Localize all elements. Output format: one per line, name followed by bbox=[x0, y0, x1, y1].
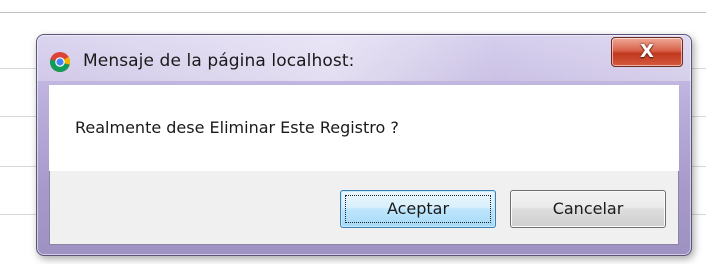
cancel-button-label: Cancelar bbox=[552, 199, 624, 218]
button-bar: Aceptar Cancelar bbox=[50, 172, 678, 244]
dialog-title: Mensaje de la página localhost: bbox=[83, 51, 355, 71]
cancel-button[interactable]: Cancelar bbox=[510, 190, 666, 228]
alert-dialog: Mensaje de la página localhost: X Realme… bbox=[36, 34, 692, 256]
accept-button[interactable]: Aceptar bbox=[340, 190, 496, 228]
page-divider bbox=[0, 12, 706, 13]
chrome-icon bbox=[49, 51, 71, 73]
dialog-body: Realmente dese Eliminar Este Registro ? … bbox=[49, 85, 679, 245]
close-icon: X bbox=[640, 41, 654, 63]
accept-button-label: Aceptar bbox=[386, 199, 450, 218]
close-button[interactable]: X bbox=[611, 37, 683, 67]
dialog-title-bar[interactable]: Mensaje de la página localhost: X bbox=[37, 35, 691, 83]
dialog-message: Realmente dese Eliminar Este Registro ? bbox=[75, 118, 399, 137]
message-area: Realmente dese Eliminar Este Registro ? bbox=[49, 85, 679, 171]
